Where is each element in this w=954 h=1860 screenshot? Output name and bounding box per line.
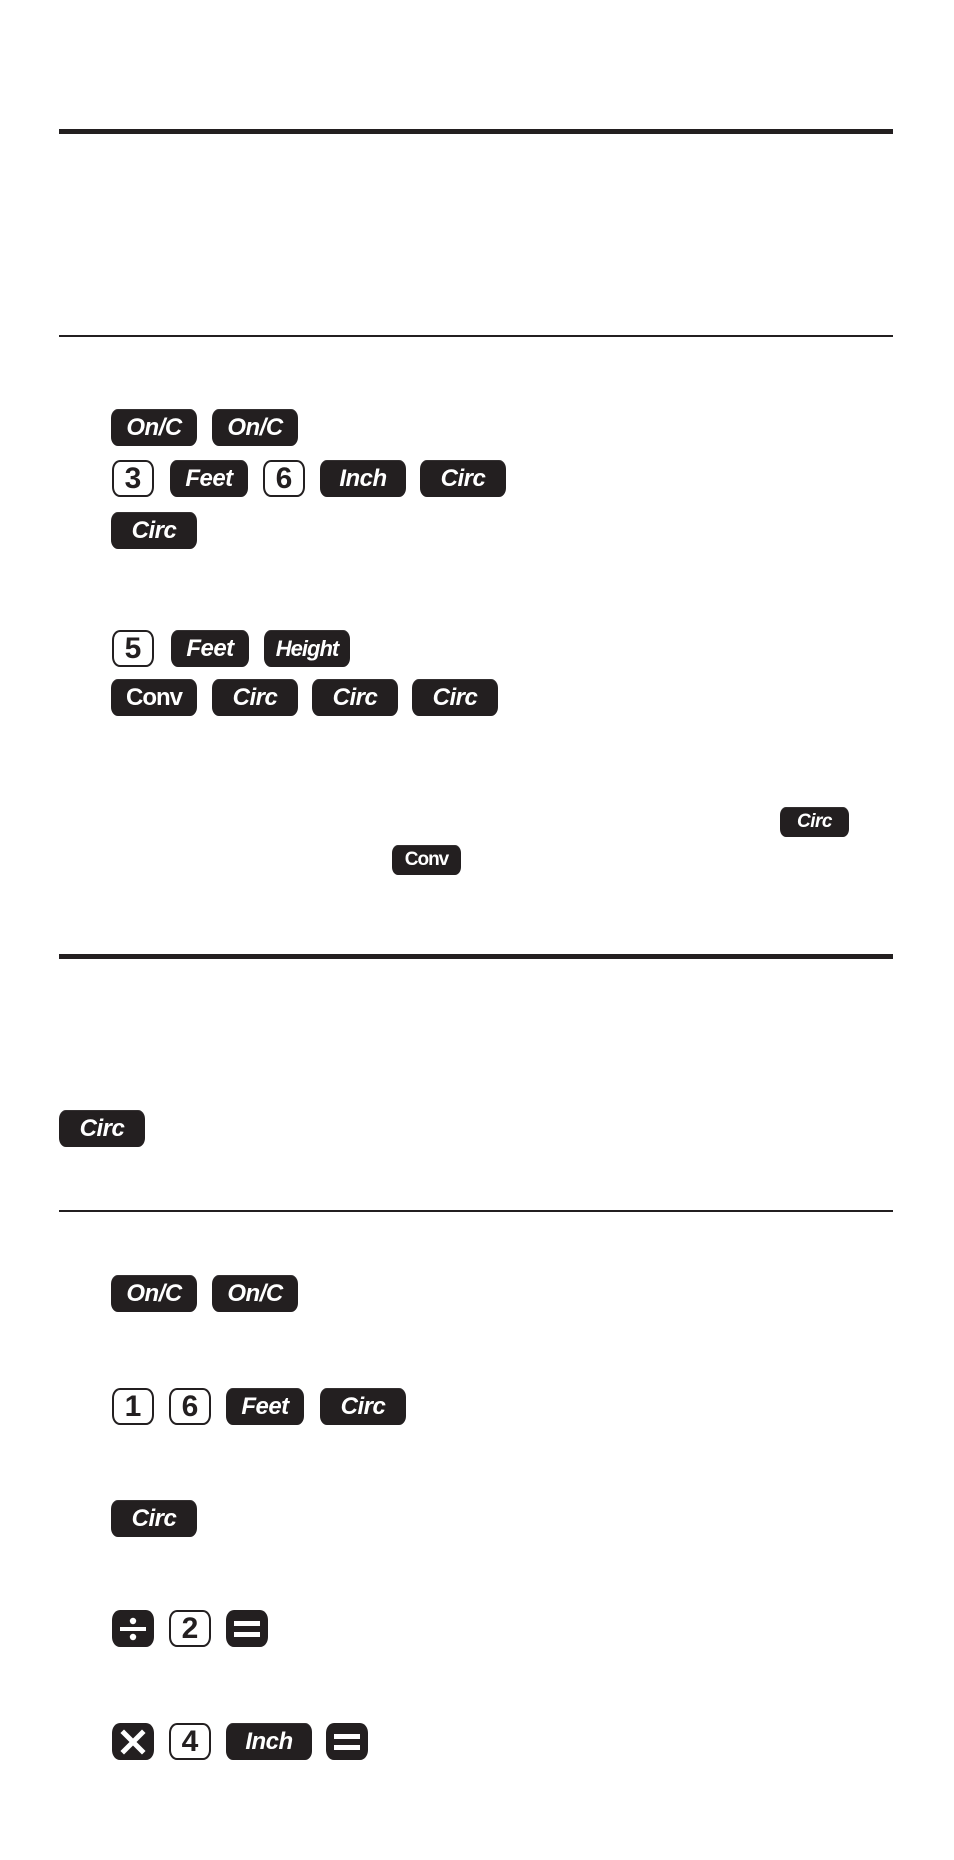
inch-key[interactable]: Inch	[226, 1723, 312, 1760]
circ-key-inline[interactable]: Circ	[780, 807, 849, 837]
circ-key[interactable]: Circ	[212, 679, 298, 716]
conv-key[interactable]: Conv	[111, 679, 197, 716]
on-clear-key[interactable]: On/C	[212, 1275, 298, 1312]
equals-key[interactable]	[326, 1723, 368, 1760]
on-clear-key[interactable]: On/C	[111, 409, 197, 446]
digit-6-key[interactable]: 6	[169, 1388, 211, 1425]
circ-key[interactable]: Circ	[320, 1388, 406, 1425]
digit-4-key[interactable]: 4	[169, 1723, 211, 1760]
on-clear-key[interactable]: On/C	[111, 1275, 197, 1312]
divide-icon	[120, 1617, 146, 1640]
feet-key[interactable]: Feet	[170, 460, 248, 497]
section-divider-thin	[59, 335, 893, 337]
conv-key-inline[interactable]: Conv	[392, 845, 461, 875]
digit-6-key[interactable]: 6	[263, 460, 305, 497]
circ-key[interactable]: Circ	[420, 460, 506, 497]
digit-1-key[interactable]: 1	[112, 1388, 154, 1425]
equals-icon	[234, 1620, 260, 1637]
multiply-icon	[120, 1728, 146, 1755]
on-clear-key[interactable]: On/C	[212, 409, 298, 446]
feet-key[interactable]: Feet	[226, 1388, 304, 1425]
feet-key[interactable]: Feet	[171, 630, 249, 667]
equals-icon	[334, 1733, 360, 1750]
circ-key[interactable]: Circ	[412, 679, 498, 716]
digit-2-key[interactable]: 2	[169, 1610, 211, 1647]
inch-key[interactable]: Inch	[320, 460, 406, 497]
circ-key[interactable]: Circ	[312, 679, 398, 716]
circ-key[interactable]: Circ	[111, 512, 197, 549]
multiply-key[interactable]	[112, 1723, 154, 1760]
height-key[interactable]: Height	[264, 630, 350, 667]
digit-5-key[interactable]: 5	[112, 630, 154, 667]
section-divider-thick	[59, 129, 893, 134]
section-divider-thin	[59, 1210, 893, 1212]
equals-key[interactable]	[226, 1610, 268, 1647]
section-divider-thick	[59, 954, 893, 959]
circ-key[interactable]: Circ	[111, 1500, 197, 1537]
circ-key[interactable]: Circ	[59, 1110, 145, 1147]
divide-key[interactable]	[112, 1610, 154, 1647]
digit-3-key[interactable]: 3	[112, 460, 154, 497]
